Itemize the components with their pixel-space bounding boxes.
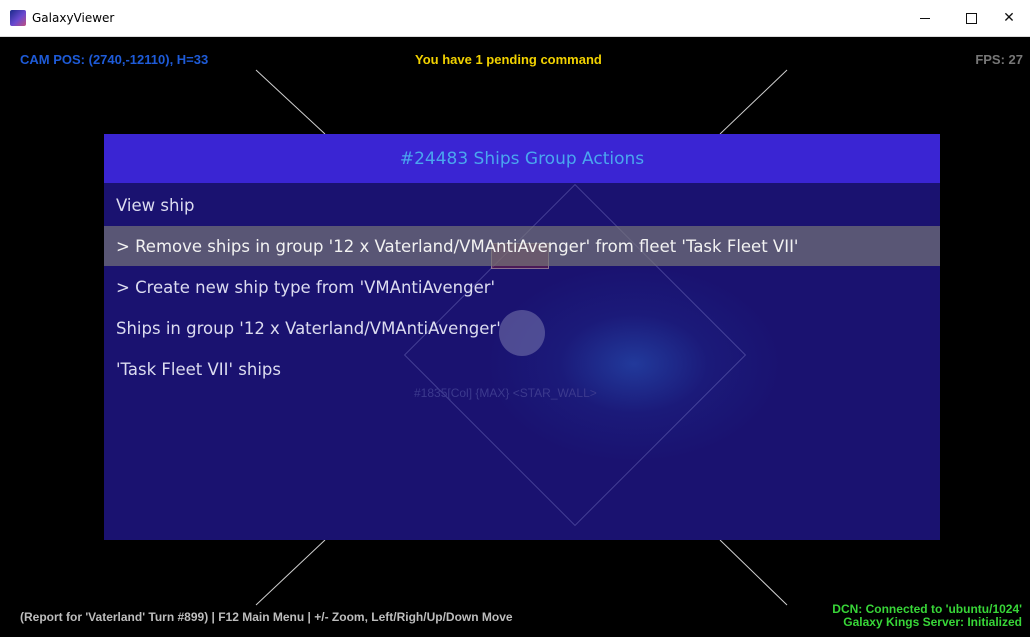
panel-title: #24483 Ships Group Actions bbox=[104, 134, 940, 183]
close-button[interactable]: ✕ bbox=[986, 0, 1030, 36]
game-viewport[interactable]: CAM POS: (2740,-12110), H=33 You have 1 … bbox=[0, 37, 1030, 637]
fps-counter: FPS: 27 bbox=[975, 52, 1023, 67]
galaxy-app-icon bbox=[10, 10, 26, 26]
connection-status: DCN: Connected to 'ubuntu/1024' Galaxy K… bbox=[832, 603, 1022, 629]
window-title: GalaxyViewer bbox=[32, 11, 115, 25]
menu-item-remove-from-fleet[interactable]: > Remove ships in group '12 x Vaterland/… bbox=[104, 226, 940, 266]
pending-commands-notice: You have 1 pending command bbox=[415, 52, 602, 67]
server-status-line: Galaxy Kings Server: Initialized bbox=[843, 615, 1022, 629]
camera-position: CAM POS: (2740,-12110), H=33 bbox=[20, 52, 209, 67]
menu-item-fleet-ships[interactable]: 'Task Fleet VII' ships bbox=[104, 349, 940, 389]
report-status: (Report for 'Vaterland' Turn #899) | F12… bbox=[20, 610, 513, 624]
menu-item-create-ship-type[interactable]: > Create new ship type from 'VMAntiAveng… bbox=[104, 267, 940, 307]
title-bar: GalaxyViewer ✕ bbox=[0, 0, 1030, 37]
menu-item-view-ship[interactable]: View ship bbox=[104, 185, 940, 225]
menu-item-ships-in-group[interactable]: Ships in group '12 x Vaterland/VMAntiAve… bbox=[104, 308, 940, 348]
minimize-button[interactable] bbox=[902, 0, 948, 36]
group-actions-panel: #1835[Col] {MAX} <STAR_WALL> #24483 Ship… bbox=[104, 134, 940, 540]
